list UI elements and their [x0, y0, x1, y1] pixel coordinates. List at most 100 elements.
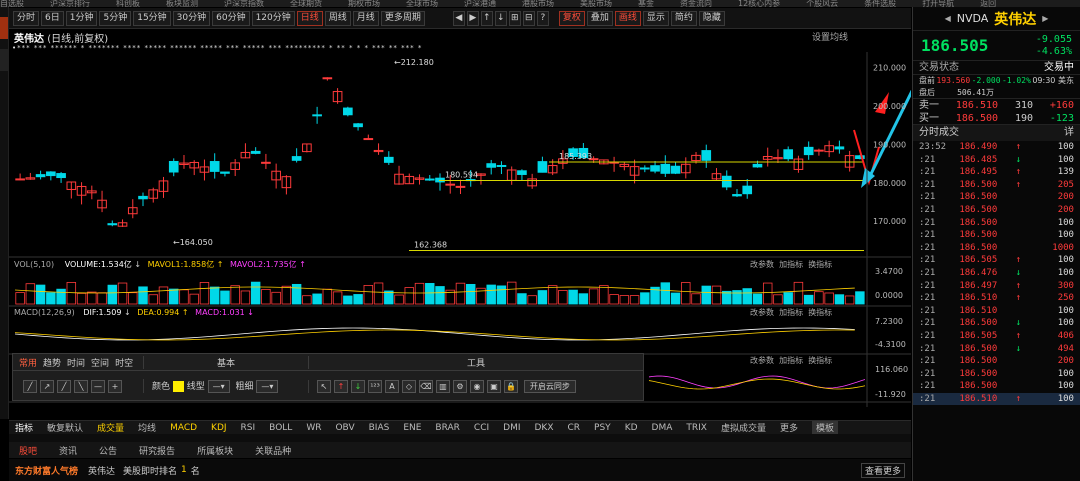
switch-indicator-link[interactable]: 换指标 — [808, 308, 832, 317]
period-9[interactable]: 周线 — [324, 10, 351, 26]
indicator-tab[interactable]: WR — [306, 423, 321, 433]
tool-tab[interactable]: 时间 — [67, 356, 85, 369]
toolbar-icon[interactable]: ↑ — [480, 10, 493, 26]
indicator-tab[interactable]: BIAS — [369, 423, 390, 433]
linetype-select[interactable]: —▾ — [207, 380, 230, 393]
plus-tool-icon[interactable]: + — [108, 379, 122, 393]
left-tab[interactable] — [0, 17, 8, 39]
indicator-tab[interactable]: 均线 — [138, 421, 156, 434]
top-menu-item[interactable]: 板块监测 — [166, 0, 198, 7]
indicator-tab[interactable]: BRAR — [435, 423, 459, 433]
tool-tab[interactable]: 空间 — [91, 356, 109, 369]
change-params-link[interactable]: 改参数 — [750, 260, 774, 269]
down-arrow-icon[interactable]: ↓ — [351, 379, 365, 393]
toolbar-right-1[interactable]: 叠加 — [586, 10, 613, 26]
indicator-tab[interactable]: DKX — [535, 423, 554, 433]
add-indicator-link[interactable]: 加指标 — [779, 260, 803, 269]
top-menu-item[interactable]: 打开导航 — [922, 0, 954, 7]
period-1[interactable]: 6日 — [41, 10, 64, 26]
bottom-tab[interactable]: 公告 — [99, 444, 117, 457]
indicator-tab[interactable]: CCI — [474, 423, 489, 433]
top-menu-item[interactable]: 港股市场 — [522, 0, 554, 7]
lock-icon[interactable]: 🔒 — [504, 379, 518, 393]
indicator-tab[interactable]: CR — [568, 423, 581, 433]
period-5[interactable]: 30分钟 — [172, 10, 211, 26]
thickness-select[interactable]: —▾ — [256, 380, 279, 393]
diagonal-tool-icon[interactable]: ╲ — [74, 379, 88, 393]
settings-icon[interactable]: ⚙ — [453, 379, 467, 393]
change-params-link[interactable]: 改参数 — [750, 308, 774, 317]
top-menu-item[interactable]: 个股风云 — [806, 0, 838, 7]
toolbar-icon[interactable]: ◀ — [452, 10, 465, 26]
top-menu-item[interactable]: 期权市场 — [348, 0, 380, 7]
left-tab-strip[interactable] — [0, 7, 9, 419]
eraser-icon[interactable]: ⌫ — [419, 379, 433, 393]
tool-tab[interactable]: 趋势 — [43, 356, 61, 369]
indicator-tab[interactable]: OBV — [335, 423, 354, 433]
bottom-tab[interactable]: 关联品种 — [255, 444, 291, 457]
left-tab[interactable] — [0, 49, 8, 71]
popularity-brand[interactable]: 东方财富人气榜 — [15, 464, 78, 477]
period-0[interactable]: 分时 — [13, 10, 40, 26]
event-markers[interactable]: •*** *** ****** * ******* **** ***** ***… — [12, 44, 862, 52]
hline-tool-icon[interactable]: — — [91, 379, 105, 393]
next-stock-icon[interactable]: ▶ — [1042, 14, 1048, 23]
toolbar-icon[interactable]: ⊟ — [522, 10, 535, 26]
top-menu-item[interactable]: 美股市场 — [580, 0, 612, 7]
indicator-tab[interactable]: BOLL — [269, 423, 292, 433]
tool-tab[interactable]: 时空 — [115, 356, 133, 369]
toolbar-icon[interactable]: ▶ — [466, 10, 479, 26]
top-menu-item[interactable]: 返回 — [980, 0, 996, 7]
period-8[interactable]: 日线 — [296, 10, 323, 26]
text-icon[interactable]: A — [385, 379, 399, 393]
indicator-tab[interactable]: PSY — [594, 423, 611, 433]
ticks-detail-button[interactable]: 详 — [1064, 125, 1074, 141]
indicator-tab[interactable]: 虚拟成交量 — [721, 421, 766, 434]
bottom-tab[interactable]: 股吧 — [19, 444, 37, 457]
top-menu-item[interactable]: 沪深港通 — [464, 0, 496, 7]
image-icon[interactable]: ▣ — [487, 379, 501, 393]
period-10[interactable]: 月线 — [352, 10, 379, 26]
top-menu-item[interactable]: 基金 — [638, 0, 654, 7]
switch-indicator-link[interactable]: 换指标 — [808, 356, 832, 365]
toolbar-icon[interactable]: ? — [536, 10, 549, 26]
indicator-tab[interactable]: RSI — [241, 423, 256, 433]
top-menu-item[interactable]: 全球期货 — [290, 0, 322, 7]
indicator-tab[interactable]: DMA — [652, 423, 673, 433]
trash-icon[interactable]: ▥ — [436, 379, 450, 393]
indicator-tab[interactable]: TRIX — [686, 423, 707, 433]
top-menu-item[interactable]: 自选股 — [0, 0, 24, 7]
indicator-tab[interactable]: 指标 — [15, 421, 33, 434]
cloud-sync-button[interactable]: 开启云同步 — [523, 379, 576, 393]
add-indicator-link[interactable]: 加指标 — [779, 308, 803, 317]
eye-icon[interactable]: ◉ — [470, 379, 484, 393]
period-2[interactable]: 1分钟 — [65, 10, 98, 26]
indicator-tab[interactable]: DMI — [503, 423, 520, 433]
bottom-tab[interactable]: 研究报告 — [139, 444, 175, 457]
toolbar-right-0[interactable]: 复权 — [558, 10, 585, 26]
toolbar-right-4[interactable]: 简约 — [670, 10, 697, 26]
period-11[interactable]: 更多周期 — [380, 10, 425, 26]
view-more-button[interactable]: 查看更多 — [860, 462, 905, 478]
cursor-icon[interactable]: ↖ — [317, 379, 331, 393]
top-menu-item[interactable]: 沪深京指数 — [224, 0, 264, 7]
top-menu-item[interactable]: 资金流向 — [680, 0, 712, 7]
up-arrow-icon[interactable]: ↑ — [334, 379, 348, 393]
ma-settings-link[interactable]: 设置均线 — [812, 30, 848, 43]
period-7[interactable]: 120分钟 — [251, 10, 295, 26]
add-indicator-link[interactable]: 加指标 — [779, 356, 803, 365]
indicator-tab[interactable]: 更多 — [780, 421, 798, 434]
indicator-tab[interactable]: KDJ — [211, 423, 227, 433]
bottom-tab[interactable]: 所属板块 — [197, 444, 233, 457]
prev-stock-icon[interactable]: ◀ — [945, 14, 951, 23]
top-menu-item[interactable]: 全球市场 — [406, 0, 438, 7]
arrow-line-tool-icon[interactable]: ↗ — [40, 379, 54, 393]
color-swatch[interactable] — [172, 381, 184, 392]
indicator-tab[interactable]: ENE — [403, 423, 421, 433]
indicator-tab[interactable]: 敏复默认 — [47, 421, 83, 434]
top-menu-item[interactable]: 12核心内参 — [738, 0, 780, 7]
tick-list[interactable]: 23:52 186.490 ↑ 100:21 186.485 ↓ 100:21 186.495… — [913, 141, 1080, 406]
tag-icon[interactable]: ◇ — [402, 379, 416, 393]
toolbar-right-3[interactable]: 显示 — [642, 10, 669, 26]
line-tool-icon[interactable]: ╱ — [23, 379, 37, 393]
